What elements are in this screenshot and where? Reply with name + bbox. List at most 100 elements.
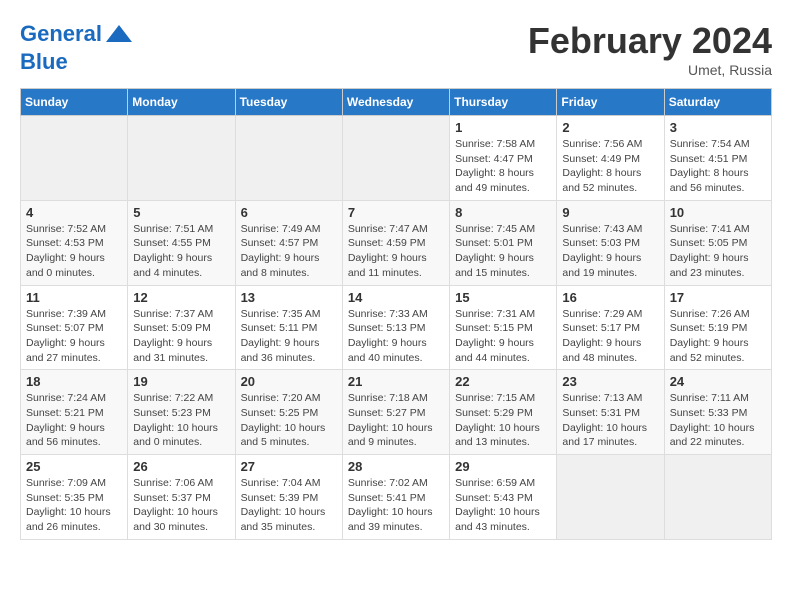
calendar-cell: 23 Sunrise: 7:13 AM Sunset: 5:31 PM Dayli… [557, 370, 664, 455]
day-number: 12 [133, 290, 229, 305]
logo-blue: Blue [20, 49, 68, 74]
calendar-cell: 18 Sunrise: 7:24 AM Sunset: 5:21 PM Dayli… [21, 370, 128, 455]
calendar-header: SundayMondayTuesdayWednesdayThursdayFrid… [21, 89, 772, 116]
day-info: Sunrise: 7:45 AM Sunset: 5:01 PM Dayligh… [455, 222, 551, 281]
day-number: 22 [455, 374, 551, 389]
day-info: Sunrise: 7:15 AM Sunset: 5:29 PM Dayligh… [455, 391, 551, 450]
logo-general: General [20, 21, 102, 46]
day-info: Sunrise: 7:02 AM Sunset: 5:41 PM Dayligh… [348, 476, 444, 535]
day-info: Sunrise: 7:06 AM Sunset: 5:37 PM Dayligh… [133, 476, 229, 535]
day-number: 23 [562, 374, 658, 389]
calendar-cell: 5 Sunrise: 7:51 AM Sunset: 4:55 PM Daylig… [128, 200, 235, 285]
day-info: Sunrise: 7:24 AM Sunset: 5:21 PM Dayligh… [26, 391, 122, 450]
page-header: General Blue February 2024 Umet, Russia [20, 20, 772, 78]
day-info: Sunrise: 7:47 AM Sunset: 4:59 PM Dayligh… [348, 222, 444, 281]
week-row-1: 4 Sunrise: 7:52 AM Sunset: 4:53 PM Daylig… [21, 200, 772, 285]
calendar-cell: 19Sunrise: 7:22 AM Sunset: 5:23 PM Dayli… [128, 370, 235, 455]
day-info: Sunrise: 7:20 AM Sunset: 5:25 PM Dayligh… [241, 391, 337, 450]
day-info: Sunrise: 7:56 AM Sunset: 4:49 PM Dayligh… [562, 137, 658, 196]
day-info: Sunrise: 7:37 AM Sunset: 5:09 PM Dayligh… [133, 307, 229, 366]
day-info: Sunrise: 7:33 AM Sunset: 5:13 PM Dayligh… [348, 307, 444, 366]
day-number: 8 [455, 205, 551, 220]
day-info: Sunrise: 7:51 AM Sunset: 4:55 PM Dayligh… [133, 222, 229, 281]
calendar-cell [235, 116, 342, 201]
header-cell-saturday: Saturday [664, 89, 771, 116]
day-number: 13 [241, 290, 337, 305]
calendar-cell: 11Sunrise: 7:39 AM Sunset: 5:07 PM Dayli… [21, 285, 128, 370]
day-info: Sunrise: 6:59 AM Sunset: 5:43 PM Dayligh… [455, 476, 551, 535]
calendar-cell: 17 Sunrise: 7:26 AM Sunset: 5:19 PM Dayli… [664, 285, 771, 370]
calendar-cell: 24 Sunrise: 7:11 AM Sunset: 5:33 PM Dayli… [664, 370, 771, 455]
day-number: 18 [26, 374, 122, 389]
calendar-cell: 7 Sunrise: 7:47 AM Sunset: 4:59 PM Daylig… [342, 200, 449, 285]
day-info: Sunrise: 7:58 AM Sunset: 4:47 PM Dayligh… [455, 137, 551, 196]
calendar-cell: 1 Sunrise: 7:58 AM Sunset: 4:47 PM Daylig… [450, 116, 557, 201]
day-number: 17 [670, 290, 766, 305]
week-row-0: 1 Sunrise: 7:58 AM Sunset: 4:47 PM Daylig… [21, 116, 772, 201]
day-info: Sunrise: 7:18 AM Sunset: 5:27 PM Dayligh… [348, 391, 444, 450]
week-row-3: 18 Sunrise: 7:24 AM Sunset: 5:21 PM Dayli… [21, 370, 772, 455]
calendar-cell: 26 Sunrise: 7:06 AM Sunset: 5:37 PM Dayli… [128, 455, 235, 540]
day-info: Sunrise: 7:39 AM Sunset: 5:07 PM Dayligh… [26, 307, 122, 366]
calendar-cell: 3 Sunrise: 7:54 AM Sunset: 4:51 PM Daylig… [664, 116, 771, 201]
location-subtitle: Umet, Russia [528, 62, 772, 78]
day-number: 24 [670, 374, 766, 389]
calendar-cell [21, 116, 128, 201]
day-number: 21 [348, 374, 444, 389]
header-cell-sunday: Sunday [21, 89, 128, 116]
day-number: 28 [348, 459, 444, 474]
calendar-cell: 6Sunrise: 7:49 AM Sunset: 4:57 PM Daylig… [235, 200, 342, 285]
header-row: SundayMondayTuesdayWednesdayThursdayFrid… [21, 89, 772, 116]
calendar-cell: 29 Sunrise: 6:59 AM Sunset: 5:43 PM Dayli… [450, 455, 557, 540]
day-info: Sunrise: 7:43 AM Sunset: 5:03 PM Dayligh… [562, 222, 658, 281]
header-cell-friday: Friday [557, 89, 664, 116]
day-number: 27 [241, 459, 337, 474]
calendar-cell: 12 Sunrise: 7:37 AM Sunset: 5:09 PM Dayli… [128, 285, 235, 370]
header-cell-monday: Monday [128, 89, 235, 116]
day-number: 1 [455, 120, 551, 135]
calendar-cell: 25Sunrise: 7:09 AM Sunset: 5:35 PM Dayli… [21, 455, 128, 540]
day-info: Sunrise: 7:11 AM Sunset: 5:33 PM Dayligh… [670, 391, 766, 450]
month-title: February 2024 [528, 20, 772, 62]
calendar-cell: 9 Sunrise: 7:43 AM Sunset: 5:03 PM Daylig… [557, 200, 664, 285]
calendar-cell: 21 Sunrise: 7:18 AM Sunset: 5:27 PM Dayli… [342, 370, 449, 455]
calendar-cell: 13 Sunrise: 7:35 AM Sunset: 5:11 PM Dayli… [235, 285, 342, 370]
calendar-cell: 2Sunrise: 7:56 AM Sunset: 4:49 PM Daylig… [557, 116, 664, 201]
week-row-4: 25Sunrise: 7:09 AM Sunset: 5:35 PM Dayli… [21, 455, 772, 540]
day-info: Sunrise: 7:29 AM Sunset: 5:17 PM Dayligh… [562, 307, 658, 366]
calendar-cell: 10Sunrise: 7:41 AM Sunset: 5:05 PM Dayli… [664, 200, 771, 285]
day-info: Sunrise: 7:31 AM Sunset: 5:15 PM Dayligh… [455, 307, 551, 366]
day-info: Sunrise: 7:52 AM Sunset: 4:53 PM Dayligh… [26, 222, 122, 281]
calendar-cell [664, 455, 771, 540]
calendar-table: SundayMondayTuesdayWednesdayThursdayFrid… [20, 88, 772, 540]
calendar-cell: 22 Sunrise: 7:15 AM Sunset: 5:29 PM Dayli… [450, 370, 557, 455]
day-number: 10 [670, 205, 766, 220]
day-number: 26 [133, 459, 229, 474]
day-info: Sunrise: 7:04 AM Sunset: 5:39 PM Dayligh… [241, 476, 337, 535]
day-info: Sunrise: 7:49 AM Sunset: 4:57 PM Dayligh… [241, 222, 337, 281]
day-number: 16 [562, 290, 658, 305]
calendar-cell: 27 Sunrise: 7:04 AM Sunset: 5:39 PM Dayli… [235, 455, 342, 540]
calendar-cell: 28 Sunrise: 7:02 AM Sunset: 5:41 PM Dayli… [342, 455, 449, 540]
day-info: Sunrise: 7:13 AM Sunset: 5:31 PM Dayligh… [562, 391, 658, 450]
day-info: Sunrise: 7:35 AM Sunset: 5:11 PM Dayligh… [241, 307, 337, 366]
day-number: 9 [562, 205, 658, 220]
title-block: February 2024 Umet, Russia [528, 20, 772, 78]
header-cell-tuesday: Tuesday [235, 89, 342, 116]
calendar-cell [342, 116, 449, 201]
day-info: Sunrise: 7:26 AM Sunset: 5:19 PM Dayligh… [670, 307, 766, 366]
day-info: Sunrise: 7:54 AM Sunset: 4:51 PM Dayligh… [670, 137, 766, 196]
calendar-cell [128, 116, 235, 201]
calendar-cell [557, 455, 664, 540]
logo-icon [104, 20, 134, 50]
day-number: 29 [455, 459, 551, 474]
day-number: 7 [348, 205, 444, 220]
calendar-body: 1 Sunrise: 7:58 AM Sunset: 4:47 PM Daylig… [21, 116, 772, 540]
calendar-cell: 14Sunrise: 7:33 AM Sunset: 5:13 PM Dayli… [342, 285, 449, 370]
day-info: Sunrise: 7:09 AM Sunset: 5:35 PM Dayligh… [26, 476, 122, 535]
day-number: 3 [670, 120, 766, 135]
day-number: 5 [133, 205, 229, 220]
calendar-cell: 16 Sunrise: 7:29 AM Sunset: 5:17 PM Dayli… [557, 285, 664, 370]
header-cell-thursday: Thursday [450, 89, 557, 116]
day-number: 4 [26, 205, 122, 220]
